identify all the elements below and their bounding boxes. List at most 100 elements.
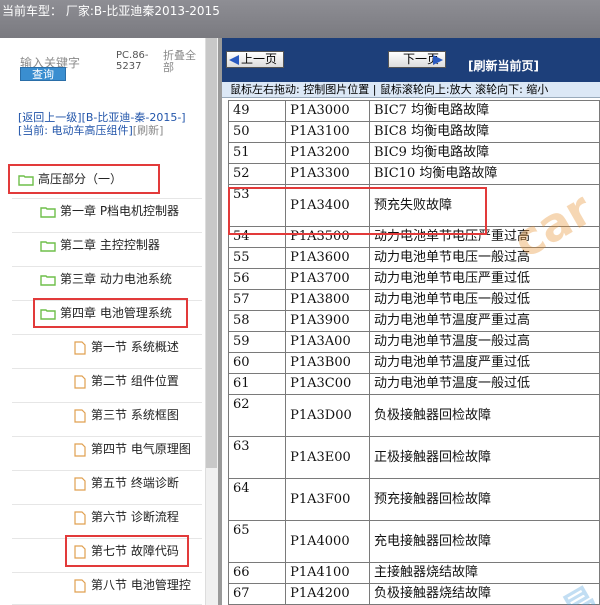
tree-item-section-6[interactable]: 第六节 诊断流程 [74, 508, 179, 526]
divider [12, 266, 202, 267]
page-toolbar: 上一页 下一页 [刷新当前页] [222, 38, 600, 82]
tree-item-chapter-3[interactable]: 第三章 动力电池系统 [40, 270, 172, 288]
current-vehicle-title: 当前车型： 厂家:B-比亚迪秦2013-2015 [2, 4, 220, 18]
fault-code: P1A3000 [285, 100, 371, 122]
row-number: 49 [227, 100, 287, 122]
divider [12, 436, 202, 437]
tree-item-section-1[interactable]: 第一节 系统概述 [74, 338, 179, 356]
row-number: 61 [227, 373, 287, 395]
row-number: 52 [227, 163, 287, 185]
fault-code: P1A3700 [285, 268, 371, 290]
table-row: 52 P1A3300 BIC10 均衡电路故障 [227, 163, 600, 185]
page-icon [74, 408, 86, 423]
fault-description: BIC10 均衡电路故障 [369, 163, 600, 185]
pc-code-text: PC.86-5237 [116, 50, 149, 72]
fault-code: P1A3600 [285, 247, 371, 269]
table-row: 56 P1A3700 动力电池单节电压严重过低 [227, 268, 600, 290]
fault-description: 负极接触器回检故障 [369, 394, 600, 437]
page-icon [74, 374, 86, 389]
table-row: 63 P1A3E00 正极接触器回检故障 [227, 436, 600, 479]
fault-code: P1A3100 [285, 121, 371, 143]
table-row: 60 P1A3B00 动力电池单节温度严重过低 [227, 352, 600, 374]
tree-item-section-8[interactable]: 第八节 电池管理控 [74, 576, 191, 594]
fault-description: 动力电池单节电压严重过低 [369, 268, 600, 290]
divider [12, 232, 202, 233]
tree-item-chapter-1[interactable]: 第一章 P档电机控制器 [40, 202, 179, 220]
next-page-button[interactable]: 下一页 [388, 51, 447, 68]
highlight-box [65, 535, 189, 567]
row-number: 50 [227, 121, 287, 143]
fault-code: P1A3C00 [285, 373, 371, 395]
tree-item-section-2[interactable]: 第二节 组件位置 [74, 372, 179, 390]
fault-description: 预充接触器回检故障 [369, 478, 600, 521]
fault-description: 正极接触器回检故障 [369, 436, 600, 479]
collapse-all-button[interactable]: 折叠全部 [163, 50, 203, 74]
row-number: 58 [227, 310, 287, 332]
page-icon [74, 476, 86, 491]
fault-code: P1A3E00 [285, 436, 371, 479]
table-row: 62 P1A3D00 负极接触器回检故障 [227, 394, 600, 437]
divider [12, 368, 202, 369]
table-row: 67 P1A4200 负极接触器烧结故障 [227, 583, 600, 605]
row-number: 56 [227, 268, 287, 290]
table-row: 61 P1A3C00 动力电池单节温度一般过低 [227, 373, 600, 395]
fault-code: P1A4000 [285, 520, 371, 563]
highlight-box [228, 187, 487, 235]
search-button[interactable]: 查询 [20, 67, 66, 81]
tree-item-section-4[interactable]: 第四节 电气原理图 [74, 440, 191, 458]
page-icon [74, 578, 86, 593]
highlight-box [8, 164, 160, 194]
fault-description: 动力电池单节温度严重过高 [369, 310, 600, 332]
fault-code: P1A3800 [285, 289, 371, 311]
divider [12, 470, 202, 471]
row-number: 51 [227, 142, 287, 164]
fault-description: 动力电池单节温度一般过高 [369, 331, 600, 353]
back-link[interactable]: [返回上一级] [18, 111, 82, 124]
left-tree-pane: 输入关键字 查询 PC.86-5237 折叠全部 [返回上一级][B-比亚迪-秦… [0, 38, 218, 605]
divider [12, 504, 202, 505]
prev-page-button[interactable]: 上一页 [226, 51, 285, 68]
fault-code: P1A3900 [285, 310, 371, 332]
divider [12, 334, 202, 335]
fault-description: 动力电池单节电压一般过高 [369, 247, 600, 269]
fault-description: 主接触器烧结故障 [369, 562, 600, 584]
row-number: 60 [227, 352, 287, 374]
current-location: [当前: 电动车高压组件] [18, 124, 133, 137]
refresh-link[interactable]: [刷新] [133, 124, 164, 137]
fault-description: BIC9 均衡电路故障 [369, 142, 600, 164]
vehicle-link[interactable]: [B-比亚迪-秦-2015-] [82, 111, 186, 124]
table-row: 59 P1A3A00 动力电池单节温度一般过高 [227, 331, 600, 353]
row-number: 65 [227, 520, 287, 563]
tree-item-section-3[interactable]: 第三节 系统框图 [74, 406, 179, 424]
table-row: 64 P1A3F00 预充接触器回检故障 [227, 478, 600, 521]
arrow-left-icon [229, 55, 239, 65]
row-number: 66 [227, 562, 287, 584]
table-row: 57 P1A3800 动力电池单节电压一般过低 [227, 289, 600, 311]
fault-code-table: 49 P1A3000 BIC7 均衡电路故障 50 P1A3100 BIC8 均衡电路故障… [227, 100, 600, 605]
row-number: 62 [227, 394, 287, 437]
row-number: 67 [227, 583, 287, 605]
table-row: 50 P1A3100 BIC8 均衡电路故障 [227, 121, 600, 143]
fault-description: BIC7 均衡电路故障 [369, 100, 600, 122]
page-icon [74, 510, 86, 525]
tree-item-chapter-2[interactable]: 第二章 主控控制器 [40, 236, 160, 254]
fault-description: 动力电池单节温度一般过低 [369, 373, 600, 395]
fault-code: P1A3F00 [285, 478, 371, 521]
page-icon [74, 442, 86, 457]
content-pane: 上一页 下一页 [刷新当前页] 鼠标左右拖动: 控制图片位置 | 鼠标滚轮向上:… [222, 38, 600, 605]
table-row: 51 P1A3200 BIC9 均衡电路故障 [227, 142, 600, 164]
usage-hint: 鼠标左右拖动: 控制图片位置 | 鼠标滚轮向上:放大 滚轮向下: 缩小 [222, 82, 600, 98]
table-row: 66 P1A4100 主接触器烧结故障 [227, 562, 600, 584]
refresh-page-button[interactable]: [刷新当前页] [468, 57, 539, 74]
divider [12, 572, 202, 573]
left-scrollbar-thumb[interactable] [206, 38, 217, 468]
highlight-box [33, 298, 188, 328]
folder-icon [40, 274, 56, 286]
row-number: 64 [227, 478, 287, 521]
divider [12, 198, 202, 199]
tree-item-section-5[interactable]: 第五节 终端诊断 [74, 474, 179, 492]
fault-description: BIC8 均衡电路故障 [369, 121, 600, 143]
breadcrumb: [返回上一级][B-比亚迪-秦-2015-] [当前: 电动车高压组件][刷新] [18, 111, 188, 137]
divider [12, 402, 202, 403]
fault-code: P1A3300 [285, 163, 371, 185]
